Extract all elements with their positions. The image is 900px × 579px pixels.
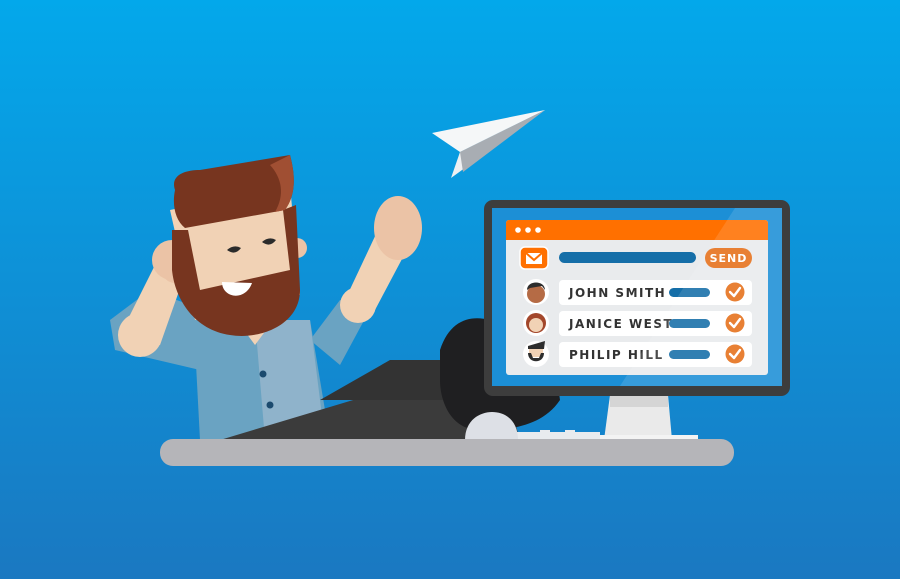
- monitor-stand: [598, 395, 698, 441]
- illustration-scene: SEND JOHN SMITH JANICE WEST PHILIP HILL: [110, 110, 790, 466]
- monitor: SEND JOHN SMITH JANICE WEST PHILIP HILL: [484, 200, 790, 396]
- envelope-icon: [519, 246, 549, 270]
- three-dots-icon: [515, 227, 541, 233]
- subject-field[interactable]: [559, 252, 696, 263]
- paper-plane-icon: [432, 110, 545, 178]
- keyboard: [515, 430, 600, 440]
- shirt-button: [266, 401, 274, 409]
- recipient-name: JOHN SMITH: [568, 286, 666, 300]
- right-hand: [374, 196, 422, 260]
- shirt-button: [259, 370, 267, 378]
- desk: [160, 439, 734, 466]
